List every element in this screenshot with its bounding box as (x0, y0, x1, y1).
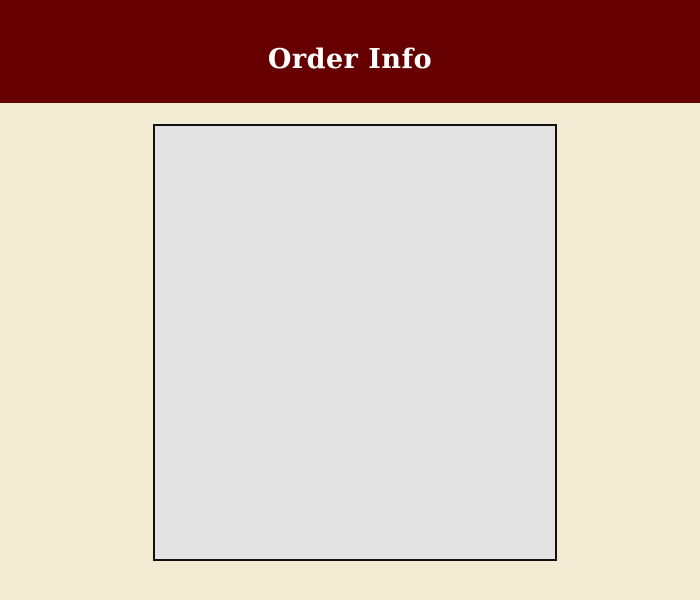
order-info-panel (153, 124, 557, 561)
page-title: Order Info (267, 43, 433, 75)
page-header: Order Info (0, 0, 700, 103)
